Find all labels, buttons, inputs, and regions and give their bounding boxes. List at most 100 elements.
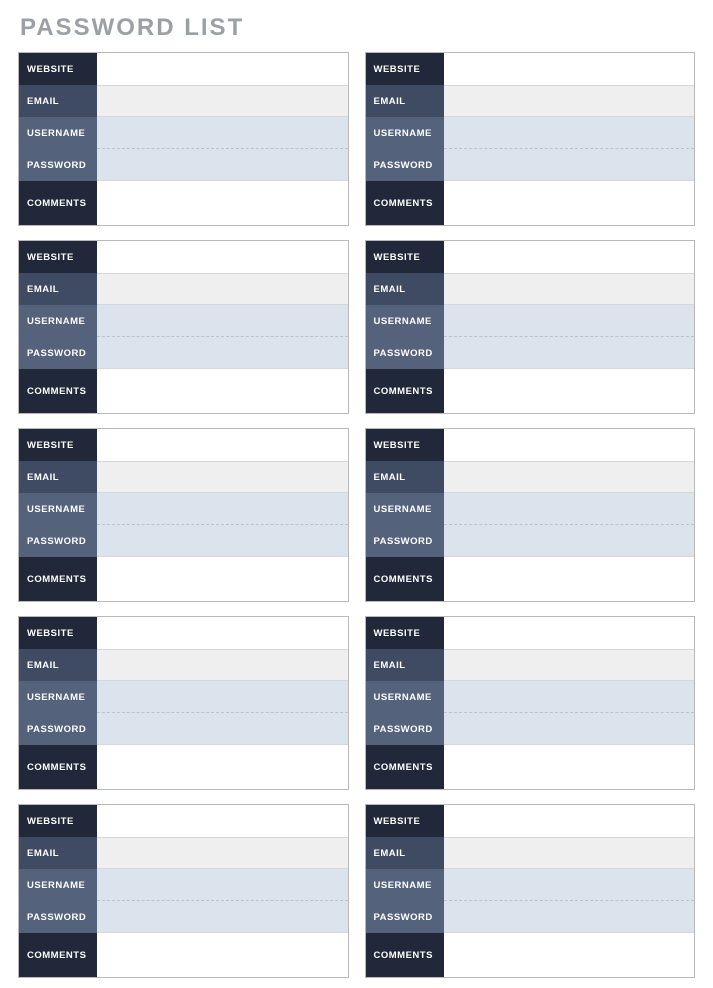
entry-username: USERNAME [19, 305, 348, 337]
username-value [97, 305, 348, 337]
comments-label: COMMENTS [366, 181, 444, 225]
username-label: USERNAME [19, 869, 97, 901]
email-label: EMAIL [19, 649, 97, 681]
entry-website: WEBSITE [366, 429, 695, 461]
password-label: PASSWORD [366, 713, 444, 745]
entry-username: USERNAME [366, 869, 695, 901]
username-value [97, 681, 348, 713]
email-value [97, 273, 348, 305]
entry-website: WEBSITE [19, 617, 348, 649]
entry-password: PASSWORD [366, 525, 695, 557]
password-value [97, 525, 348, 557]
password-label: PASSWORD [366, 337, 444, 369]
username-label: USERNAME [366, 869, 444, 901]
website-value [444, 429, 695, 461]
email-label: EMAIL [366, 649, 444, 681]
username-label: USERNAME [366, 493, 444, 525]
email-label: EMAIL [19, 837, 97, 869]
card-row: WEBSITEEMAILUSERNAMEPASSWORDCOMMENTSWEBS… [18, 52, 695, 226]
password-card: WEBSITEEMAILUSERNAMEPASSWORDCOMMENTS [365, 616, 696, 790]
card-row: WEBSITEEMAILUSERNAMEPASSWORDCOMMENTSWEBS… [18, 240, 695, 414]
entry-website: WEBSITE [366, 53, 695, 85]
entry-username: USERNAME [19, 681, 348, 713]
username-label: USERNAME [366, 681, 444, 713]
entry-comments: COMMENTS [19, 557, 348, 601]
entry-website: WEBSITE [19, 53, 348, 85]
entry-username: USERNAME [366, 305, 695, 337]
entry-email: EMAIL [366, 461, 695, 493]
website-label: WEBSITE [19, 805, 97, 837]
email-label: EMAIL [366, 85, 444, 117]
password-card: WEBSITEEMAILUSERNAMEPASSWORDCOMMENTS [18, 804, 349, 978]
website-value [97, 241, 348, 273]
comments-value [444, 181, 695, 225]
entry-email: EMAIL [366, 837, 695, 869]
email-value [444, 273, 695, 305]
entry-website: WEBSITE [19, 805, 348, 837]
entry-password: PASSWORD [19, 901, 348, 933]
comments-label: COMMENTS [19, 933, 97, 977]
website-value [97, 429, 348, 461]
entry-website: WEBSITE [19, 241, 348, 273]
email-label: EMAIL [366, 837, 444, 869]
comments-value [444, 933, 695, 977]
password-card: WEBSITEEMAILUSERNAMEPASSWORDCOMMENTS [365, 428, 696, 602]
entry-password: PASSWORD [19, 713, 348, 745]
website-value [97, 53, 348, 85]
comments-value [97, 933, 348, 977]
password-label: PASSWORD [19, 901, 97, 933]
entry-password: PASSWORD [19, 525, 348, 557]
password-label: PASSWORD [19, 525, 97, 557]
website-value [444, 617, 695, 649]
username-label: USERNAME [366, 305, 444, 337]
comments-value [97, 745, 348, 789]
comments-label: COMMENTS [19, 557, 97, 601]
website-label: WEBSITE [366, 53, 444, 85]
email-label: EMAIL [19, 85, 97, 117]
comments-value [97, 369, 348, 413]
email-label: EMAIL [366, 273, 444, 305]
password-label: PASSWORD [19, 337, 97, 369]
password-label: PASSWORD [19, 713, 97, 745]
card-row: WEBSITEEMAILUSERNAMEPASSWORDCOMMENTSWEBS… [18, 616, 695, 790]
entry-comments: COMMENTS [19, 369, 348, 413]
password-card: WEBSITEEMAILUSERNAMEPASSWORDCOMMENTS [365, 240, 696, 414]
website-label: WEBSITE [19, 241, 97, 273]
username-value [444, 117, 695, 149]
password-value [444, 901, 695, 933]
password-label: PASSWORD [366, 149, 444, 181]
password-value [444, 337, 695, 369]
comments-label: COMMENTS [366, 557, 444, 601]
entry-website: WEBSITE [19, 429, 348, 461]
email-value [97, 461, 348, 493]
comments-label: COMMENTS [19, 181, 97, 225]
password-value [97, 713, 348, 745]
username-label: USERNAME [366, 117, 444, 149]
email-value [97, 837, 348, 869]
website-label: WEBSITE [366, 805, 444, 837]
website-label: WEBSITE [366, 429, 444, 461]
password-value [97, 901, 348, 933]
password-card: WEBSITEEMAILUSERNAMEPASSWORDCOMMENTS [18, 240, 349, 414]
password-value [444, 525, 695, 557]
entry-password: PASSWORD [366, 901, 695, 933]
card-row: WEBSITEEMAILUSERNAMEPASSWORDCOMMENTSWEBS… [18, 428, 695, 602]
entry-email: EMAIL [19, 461, 348, 493]
entry-username: USERNAME [19, 117, 348, 149]
entry-password: PASSWORD [366, 337, 695, 369]
email-label: EMAIL [19, 273, 97, 305]
entry-email: EMAIL [19, 85, 348, 117]
entry-username: USERNAME [366, 493, 695, 525]
username-value [97, 493, 348, 525]
website-label: WEBSITE [366, 617, 444, 649]
password-card: WEBSITEEMAILUSERNAMEPASSWORDCOMMENTS [18, 616, 349, 790]
entry-email: EMAIL [19, 273, 348, 305]
entry-username: USERNAME [366, 681, 695, 713]
entry-password: PASSWORD [19, 337, 348, 369]
entry-password: PASSWORD [19, 149, 348, 181]
website-value [444, 53, 695, 85]
page-title: PASSWORD LIST [20, 14, 695, 42]
password-card: WEBSITEEMAILUSERNAMEPASSWORDCOMMENTS [365, 804, 696, 978]
comments-label: COMMENTS [366, 933, 444, 977]
password-label: PASSWORD [366, 525, 444, 557]
